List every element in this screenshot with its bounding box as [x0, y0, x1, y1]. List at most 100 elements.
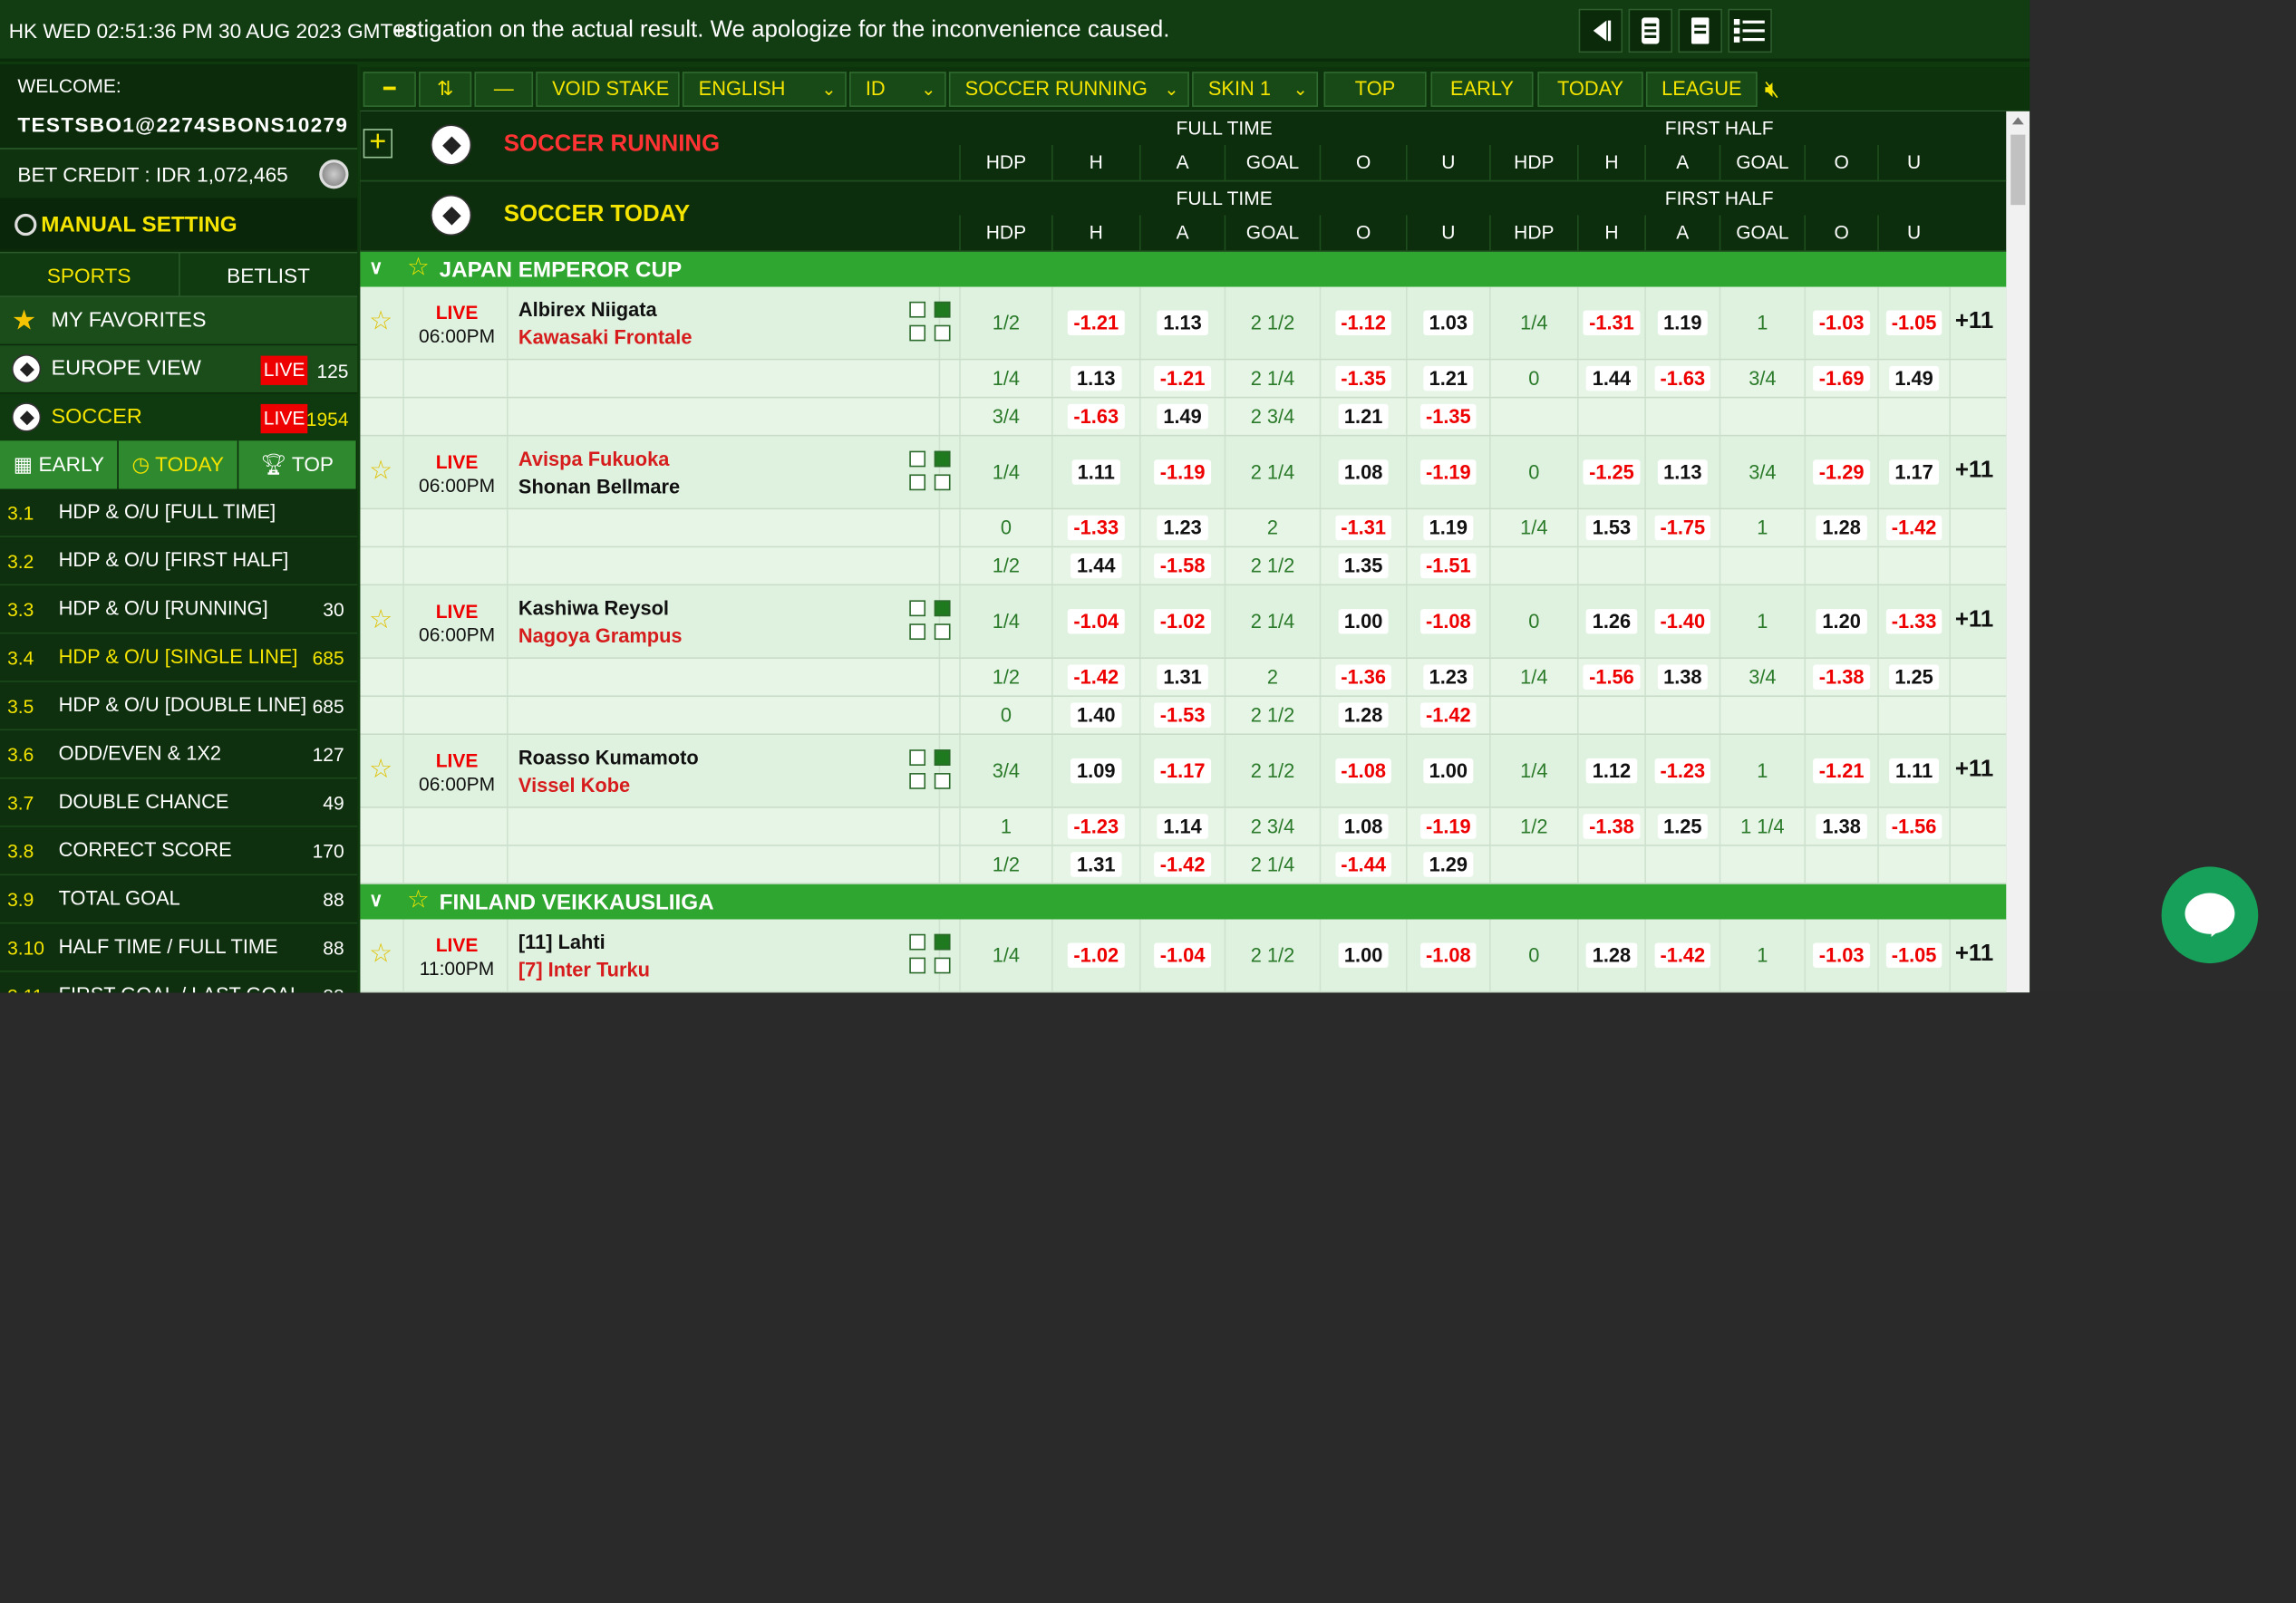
odds-value[interactable]: 1.17: [1888, 459, 1940, 485]
expand-button[interactable]: +: [363, 128, 392, 159]
odds-value[interactable]: -1.25: [1583, 459, 1641, 485]
odds-cell[interactable]: -1.02: [1138, 585, 1225, 658]
odds-value[interactable]: -1.35: [1419, 403, 1477, 430]
odds-cell[interactable]: -1.42: [1405, 697, 1489, 734]
odds-value[interactable]: -1.38: [1583, 814, 1641, 839]
odds-value[interactable]: 1.21: [1423, 365, 1474, 391]
odds-cell[interactable]: -1.17: [1138, 735, 1225, 807]
odds-value[interactable]: 1.35: [1338, 553, 1389, 579]
odds-cell[interactable]: 1.53: [1577, 509, 1644, 546]
odds-cell[interactable]: -1.75: [1644, 509, 1719, 546]
odds-cell[interactable]: 1.28: [1319, 697, 1406, 734]
info-icon[interactable]: [909, 324, 926, 342]
odds-cell[interactable]: -1.69: [1804, 360, 1877, 397]
odds-cell[interactable]: -1.51: [1405, 547, 1489, 584]
odds-cell[interactable]: -1.36: [1319, 659, 1406, 696]
odds-value[interactable]: 1.12: [1586, 758, 1637, 784]
odds-value[interactable]: -1.05: [1885, 942, 1942, 968]
odds-cell[interactable]: -1.56: [1577, 659, 1644, 696]
odds-cell[interactable]: -1.38: [1577, 807, 1644, 845]
odds-value[interactable]: 1.25: [1888, 664, 1940, 690]
odds-cell[interactable]: -1.31: [1577, 286, 1644, 359]
odds-value[interactable]: -1.44: [1334, 852, 1392, 877]
odds-cell[interactable]: -1.21: [1138, 360, 1225, 397]
language-select[interactable]: ENGLISH ⌄: [682, 72, 847, 107]
odds-value[interactable]: -1.04: [1154, 942, 1211, 968]
stats-icon[interactable]: [934, 301, 951, 318]
more-markets-button[interactable]: +11: [1955, 459, 1993, 485]
odds-value[interactable]: -1.69: [1813, 365, 1870, 391]
stats-icon[interactable]: [934, 749, 951, 766]
sport-select[interactable]: SOCCER RUNNING ⌄: [948, 72, 1189, 107]
odds-value[interactable]: 1.08: [1338, 459, 1389, 485]
odds-cell[interactable]: -1.58: [1138, 547, 1225, 584]
menu-item[interactable]: 3.6 ODD/EVEN & 1X2 127: [0, 730, 358, 779]
odds-cell[interactable]: -1.23: [1051, 807, 1139, 845]
odds-cell[interactable]: 1.08: [1319, 807, 1406, 845]
odds-cell[interactable]: -1.03: [1804, 286, 1877, 359]
odds-cell[interactable]: 1.23: [1138, 509, 1225, 546]
odds-cell[interactable]: -1.21: [1804, 735, 1877, 807]
chevron-down-icon[interactable]: ∨: [369, 256, 383, 280]
odds-cell[interactable]: -1.03: [1804, 919, 1877, 991]
odds-value[interactable]: 1.38: [1816, 814, 1867, 839]
odds-value[interactable]: -1.21: [1067, 310, 1125, 335]
odds-cell[interactable]: -1.35: [1319, 360, 1406, 397]
odds-value[interactable]: -1.08: [1419, 609, 1477, 634]
home-team[interactable]: [11] Lahti: [518, 932, 605, 953]
odds-value[interactable]: -1.23: [1067, 814, 1125, 839]
today-button[interactable]: TODAY: [1537, 72, 1643, 107]
odds-value[interactable]: 1.03: [1423, 310, 1474, 335]
odds-cell[interactable]: 1.25: [1877, 659, 1949, 696]
sort-icon[interactable]: ⇅: [419, 72, 472, 107]
away-team[interactable]: Vissel Kobe: [518, 775, 630, 797]
odds-cell[interactable]: -1.42: [1644, 919, 1719, 991]
favorite-star-icon[interactable]: ☆: [369, 754, 392, 785]
odds-value[interactable]: -1.42: [1653, 942, 1711, 968]
odds-value[interactable]: -1.31: [1583, 310, 1641, 335]
away-team[interactable]: Kawasaki Frontale: [518, 326, 693, 348]
tab-top[interactable]: 🏆︎ TOP: [237, 440, 358, 489]
odds-value[interactable]: -1.04: [1067, 609, 1125, 634]
odds-cell[interactable]: -1.42: [1138, 845, 1225, 884]
odds-value[interactable]: 1.29: [1423, 852, 1474, 877]
odds-cell[interactable]: -1.04: [1138, 919, 1225, 991]
odds-cell[interactable]: -1.25: [1577, 436, 1644, 508]
odds-cell[interactable]: -1.53: [1138, 697, 1225, 734]
odds-cell[interactable]: -1.19: [1405, 436, 1489, 508]
odds-cell[interactable]: 1.44: [1577, 360, 1644, 397]
odds-value[interactable]: 1.00: [1423, 758, 1474, 784]
odds-cell[interactable]: 1.11: [1877, 735, 1949, 807]
odds-cell[interactable]: 1.14: [1138, 807, 1225, 845]
chart-icon[interactable]: [934, 957, 951, 974]
odds-value[interactable]: -1.40: [1653, 609, 1711, 634]
odds-cell[interactable]: 1.12: [1577, 735, 1644, 807]
odds-value[interactable]: -1.12: [1334, 310, 1392, 335]
menu-item[interactable]: 3.10 HALF TIME / FULL TIME 88: [0, 923, 358, 972]
odds-value[interactable]: 1.53: [1586, 515, 1637, 541]
soccer-item[interactable]: SOCCER LIVE 1954: [0, 393, 358, 442]
odds-value[interactable]: 1.28: [1586, 942, 1637, 968]
odds-cell[interactable]: -1.40: [1644, 585, 1719, 658]
odds-cell[interactable]: -1.08: [1319, 735, 1406, 807]
odds-value[interactable]: 1.13: [1157, 310, 1208, 335]
odds-cell[interactable]: 1.20: [1804, 585, 1877, 658]
odds-cell[interactable]: 1.21: [1319, 398, 1406, 435]
odds-cell[interactable]: -1.31: [1319, 509, 1406, 546]
home-team[interactable]: Avispa Fukuoka: [518, 448, 669, 469]
odds-value[interactable]: -1.51: [1419, 553, 1477, 579]
single-column-icon[interactable]: [1628, 8, 1673, 53]
collapse-left-icon[interactable]: [1578, 8, 1623, 53]
odds-cell[interactable]: 1.44: [1051, 547, 1139, 584]
more-markets-button[interactable]: +11: [1955, 309, 1993, 335]
odds-value[interactable]: 1.49: [1157, 403, 1208, 430]
odds-cell[interactable]: -1.35: [1405, 398, 1489, 435]
odds-cell[interactable]: 1.00: [1319, 585, 1406, 658]
odds-value[interactable]: -1.56: [1885, 814, 1942, 839]
odds-cell[interactable]: -1.33: [1051, 509, 1139, 546]
favorite-star-icon[interactable]: ☆: [369, 455, 392, 486]
info-icon[interactable]: [909, 773, 926, 789]
odds-cell[interactable]: 1.38: [1804, 807, 1877, 845]
void-stake-button[interactable]: VOID STAKE: [536, 72, 680, 107]
odds-value[interactable]: 1.44: [1586, 365, 1637, 391]
